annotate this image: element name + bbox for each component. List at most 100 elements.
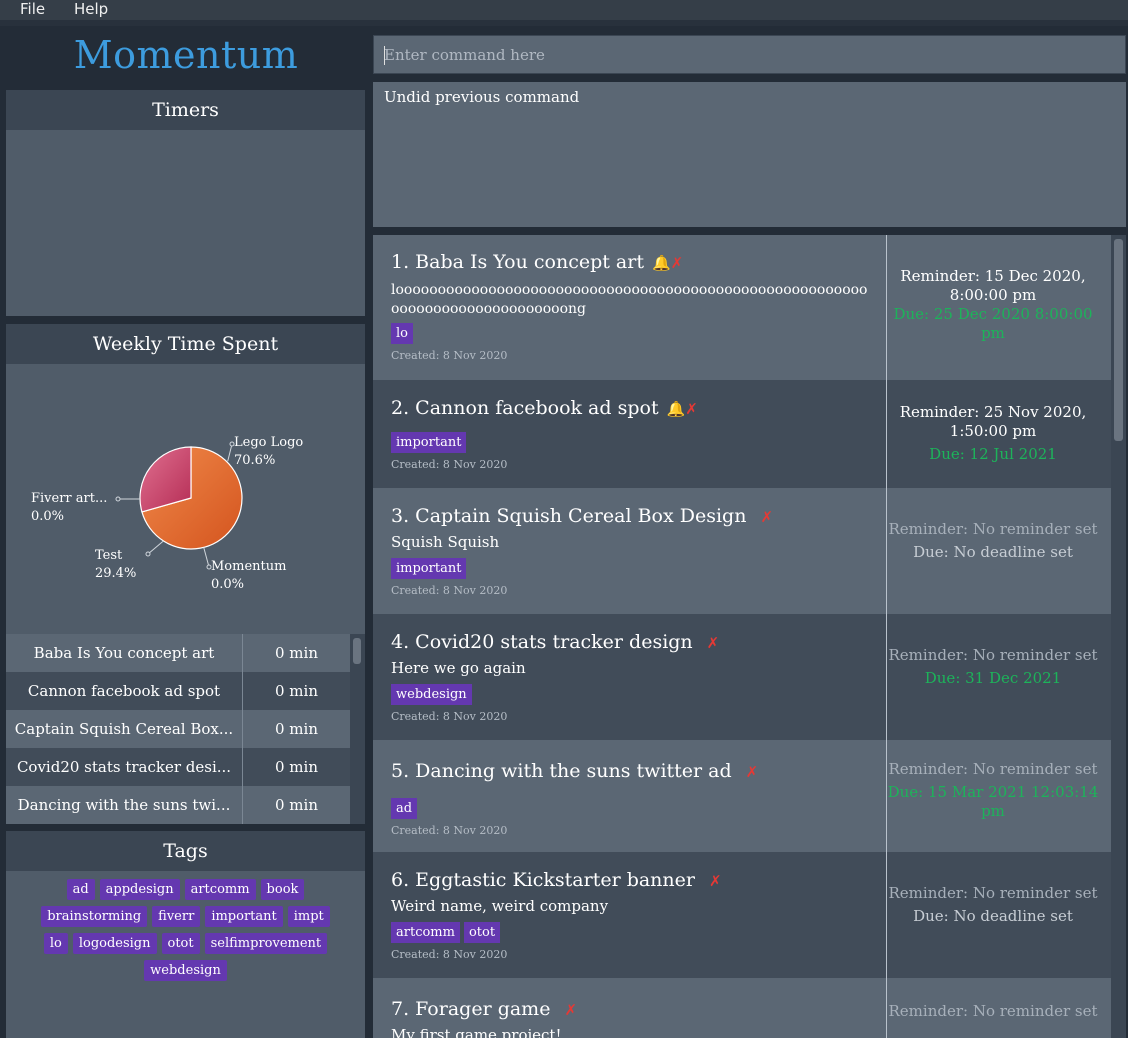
project-title: 1. Baba Is You concept art — [391, 251, 644, 273]
time-row-name: Captain Squish Cereal Box... — [6, 710, 243, 748]
pie-leader-line — [227, 443, 233, 462]
tag-chip[interactable]: book — [260, 879, 305, 900]
project-reminder: Reminder: No reminder set — [888, 1002, 1098, 1020]
project-tag[interactable]: lo — [391, 323, 413, 344]
pie-chart-area: Lego Logo 70.6% Fiverr art... 0.0% Test 29.… — [6, 364, 365, 632]
project-title: 3. Captain Squish Cereal Box Design — [391, 505, 747, 527]
menu-bar: File Help — [0, 0, 1128, 26]
project-reminder: Reminder: 25 Nov 2020, 1:50:00 pm — [899, 403, 1087, 440]
project-due: Due: 31 Dec 2021 — [924, 669, 1062, 687]
tag-chip[interactable]: webdesign — [144, 960, 227, 981]
project-description: Squish Squish — [391, 533, 500, 551]
project-reminder: Reminder: No reminder set — [888, 646, 1098, 664]
project-reminder: Reminder: 15 Dec 2020, 8:00:00 pm — [900, 267, 1086, 304]
project-created-date: Created: 8 Nov 2020 — [391, 710, 508, 723]
time-row-duration: 0 min — [275, 720, 318, 738]
cross-icon: ✗ — [745, 763, 759, 781]
project-tag[interactable]: otot — [463, 922, 501, 943]
project-tag[interactable]: artcomm — [391, 922, 460, 943]
project-reminder: Reminder: No reminder set — [888, 520, 1098, 538]
project-title: 5. Dancing with the suns twitter ad — [391, 760, 732, 782]
tag-chip[interactable]: logodesign — [72, 933, 157, 954]
tag-chip[interactable]: artcomm — [184, 879, 256, 900]
tag-chip[interactable]: brainstorming — [41, 906, 148, 927]
tags-panel: Tags ad appdesign artcomm book brainstor… — [6, 831, 365, 1038]
time-table-scroll-thumb[interactable] — [353, 638, 361, 664]
bell-icon: 🔔 — [651, 254, 671, 272]
app-title: Momentum — [73, 33, 299, 77]
project-title: 7. Forager game — [391, 998, 551, 1020]
tag-cloud: ad appdesign artcomm book brainstorming … — [6, 879, 365, 981]
project-tag[interactable]: ad — [391, 798, 418, 819]
project-description: My first game project! — [391, 1026, 562, 1038]
project-card[interactable]: 6. Eggtastic Kickstarter banner ✗ Weird n… — [373, 852, 1111, 978]
text-caret — [384, 46, 385, 65]
project-created-date: Created: 8 Nov 2020 — [391, 458, 508, 471]
project-list-scroll-thumb[interactable] — [1114, 239, 1123, 441]
time-row[interactable]: Cannon facebook ad spot 0 min — [6, 672, 350, 710]
project-reminder: Reminder: No reminder set — [888, 884, 1098, 902]
tag-chip[interactable]: selfimprovement — [204, 933, 328, 954]
cross-icon: ✗ — [670, 254, 684, 272]
menu-help[interactable]: Help — [74, 0, 108, 20]
project-card[interactable]: 1. Baba Is You concept art 🔔✗ loooooooooo… — [373, 235, 1111, 380]
time-row-name: Cannon facebook ad spot — [6, 672, 243, 710]
command-input[interactable] — [374, 36, 1125, 73]
project-list: 1. Baba Is You concept art 🔔✗ loooooooooo… — [373, 235, 1126, 1038]
tags-header: Tags — [6, 831, 365, 871]
project-due: Due: 15 Mar 2021 12:03:14 pm — [887, 783, 1099, 820]
time-row[interactable]: Covid20 stats tracker desi... 0 min — [6, 748, 350, 786]
tag-chip[interactable]: important — [205, 906, 283, 927]
project-list-scrollbar[interactable] — [1111, 235, 1126, 1038]
pie-label-fiverr: Fiverr art... 0.0% — [31, 491, 108, 524]
timers-header: Timers — [6, 90, 365, 130]
project-created-date: Created: 8 Nov 2020 — [391, 824, 508, 837]
project-title: 2. Cannon facebook ad spot — [391, 397, 659, 419]
pie-label-test: Test 29.4% — [95, 548, 137, 581]
cross-icon: ✗ — [760, 508, 774, 526]
pie-label-lego-logo: Lego Logo 70.6% — [234, 435, 304, 468]
timers-panel: Timers — [6, 90, 365, 316]
time-row[interactable]: Captain Squish Cereal Box... 0 min — [6, 710, 350, 748]
tag-chip[interactable]: ad — [66, 879, 95, 900]
menu-file[interactable]: File — [20, 0, 45, 20]
time-row-duration: 0 min — [275, 644, 318, 662]
project-card[interactable]: 2. Cannon facebook ad spot 🔔✗ important C… — [373, 380, 1111, 488]
time-table-scrollbar[interactable] — [350, 634, 365, 824]
time-row-duration: 0 min — [275, 682, 318, 700]
project-due: Due: No deadline set — [913, 907, 1073, 925]
time-row-duration: 0 min — [275, 796, 318, 814]
project-tag[interactable]: webdesign — [391, 684, 472, 705]
time-row-duration: 0 min — [275, 758, 318, 776]
project-description: Weird name, weird company — [391, 897, 609, 915]
time-row[interactable]: Baba Is You concept art 0 min — [6, 634, 350, 672]
time-row-name: Covid20 stats tracker desi... — [6, 748, 243, 786]
tag-chip[interactable]: appdesign — [99, 879, 180, 900]
project-tag[interactable]: important — [391, 558, 467, 579]
project-card[interactable]: 7. Forager game ✗ My first game project! … — [373, 978, 1111, 1038]
pie-label-momentum: Momentum 0.0% — [211, 559, 287, 592]
project-description: Here we go again — [391, 659, 526, 677]
project-due: Due: 12 Jul 2021 — [929, 445, 1057, 463]
cross-icon: ✗ — [706, 634, 720, 652]
project-tag[interactable]: important — [391, 432, 467, 453]
tag-chip[interactable]: impt — [287, 906, 330, 927]
time-row[interactable]: Dancing with the suns twi... 0 min — [6, 786, 350, 824]
pie-leader-line — [147, 540, 164, 555]
command-box — [373, 35, 1126, 74]
project-card[interactable]: 5. Dancing with the suns twitter ad ✗ ad … — [373, 740, 1111, 852]
project-due: Due: 25 Dec 2020 8:00:00 pm — [893, 305, 1093, 342]
bell-icon: 🔔 — [666, 400, 686, 418]
tag-chip[interactable]: otot — [161, 933, 200, 954]
tag-chip[interactable]: lo — [43, 933, 68, 954]
project-card[interactable]: 3. Captain Squish Cereal Box Design ✗ Squ… — [373, 488, 1111, 614]
weekly-time-header: Weekly Time Spent — [6, 324, 365, 364]
project-title: 4. Covid20 stats tracker design — [391, 631, 693, 653]
tag-chip[interactable]: fiverr — [152, 906, 201, 927]
time-row-name: Baba Is You concept art — [6, 634, 243, 672]
project-reminder: Reminder: No reminder set — [888, 760, 1098, 778]
pie-leader-dot — [115, 496, 121, 502]
project-card[interactable]: 4. Covid20 stats tracker design ✗ Here we… — [373, 614, 1111, 740]
cross-icon: ✗ — [685, 400, 698, 418]
project-title: 6. Eggtastic Kickstarter banner — [391, 869, 695, 891]
